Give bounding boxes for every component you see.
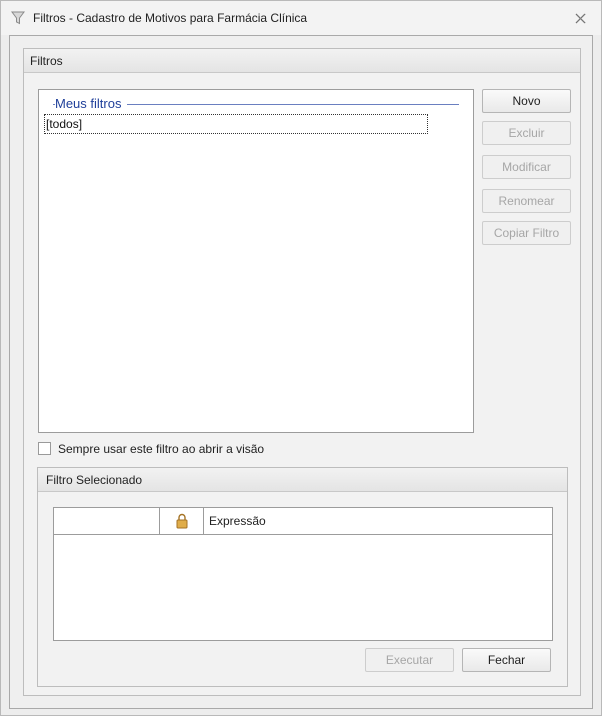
novo-button[interactable]: Novo (482, 89, 571, 113)
filter-dialog: Filtros - Cadastro de Motivos para Farmá… (0, 0, 602, 716)
list-item[interactable]: [todos] (44, 114, 428, 134)
grid-column-lock[interactable] (160, 508, 204, 534)
lock-icon (176, 513, 187, 529)
dialog-body: Filtros Meus filtros [todos] Novo Exclui… (9, 35, 593, 709)
grid-column-expressao[interactable]: Expressão (204, 508, 266, 534)
grid-column-blank[interactable] (54, 508, 160, 534)
executar-button[interactable]: Executar (365, 648, 454, 672)
always-use-filter-label: Sempre usar este filtro ao abrir a visão (58, 442, 265, 456)
filters-listbox[interactable]: Meus filtros [todos] (38, 89, 474, 433)
filters-group-title: Filtros (30, 54, 63, 68)
selected-filter-group: Filtro Selecionado Expressão Executar Fe… (37, 467, 568, 687)
selected-filter-title: Filtro Selecionado (46, 473, 143, 487)
expression-grid[interactable]: Expressão (53, 507, 553, 641)
window-title: Filtros - Cadastro de Motivos para Farmá… (33, 11, 308, 25)
excluir-button[interactable]: Excluir (482, 121, 571, 145)
close-icon (575, 13, 586, 23)
list-group-header: Meus filtros (53, 96, 459, 112)
grid-header: Expressão (54, 508, 552, 535)
list-header-label: Meus filtros (55, 96, 128, 111)
modificar-button[interactable]: Modificar (482, 155, 571, 179)
filters-group: Filtros Meus filtros [todos] Novo Exclui… (23, 48, 581, 696)
title-bar: Filtros - Cadastro de Motivos para Farmá… (1, 1, 601, 35)
funnel-icon (11, 11, 25, 25)
selected-filter-header: Filtro Selecionado (38, 468, 567, 492)
always-use-filter-checkbox[interactable] (38, 442, 51, 455)
close-button[interactable] (571, 9, 589, 27)
fechar-button[interactable]: Fechar (462, 648, 551, 672)
renomear-button[interactable]: Renomear (482, 189, 571, 213)
copiar-filtro-button[interactable]: Copiar Filtro (482, 221, 571, 245)
filters-group-header: Filtros (24, 49, 580, 73)
